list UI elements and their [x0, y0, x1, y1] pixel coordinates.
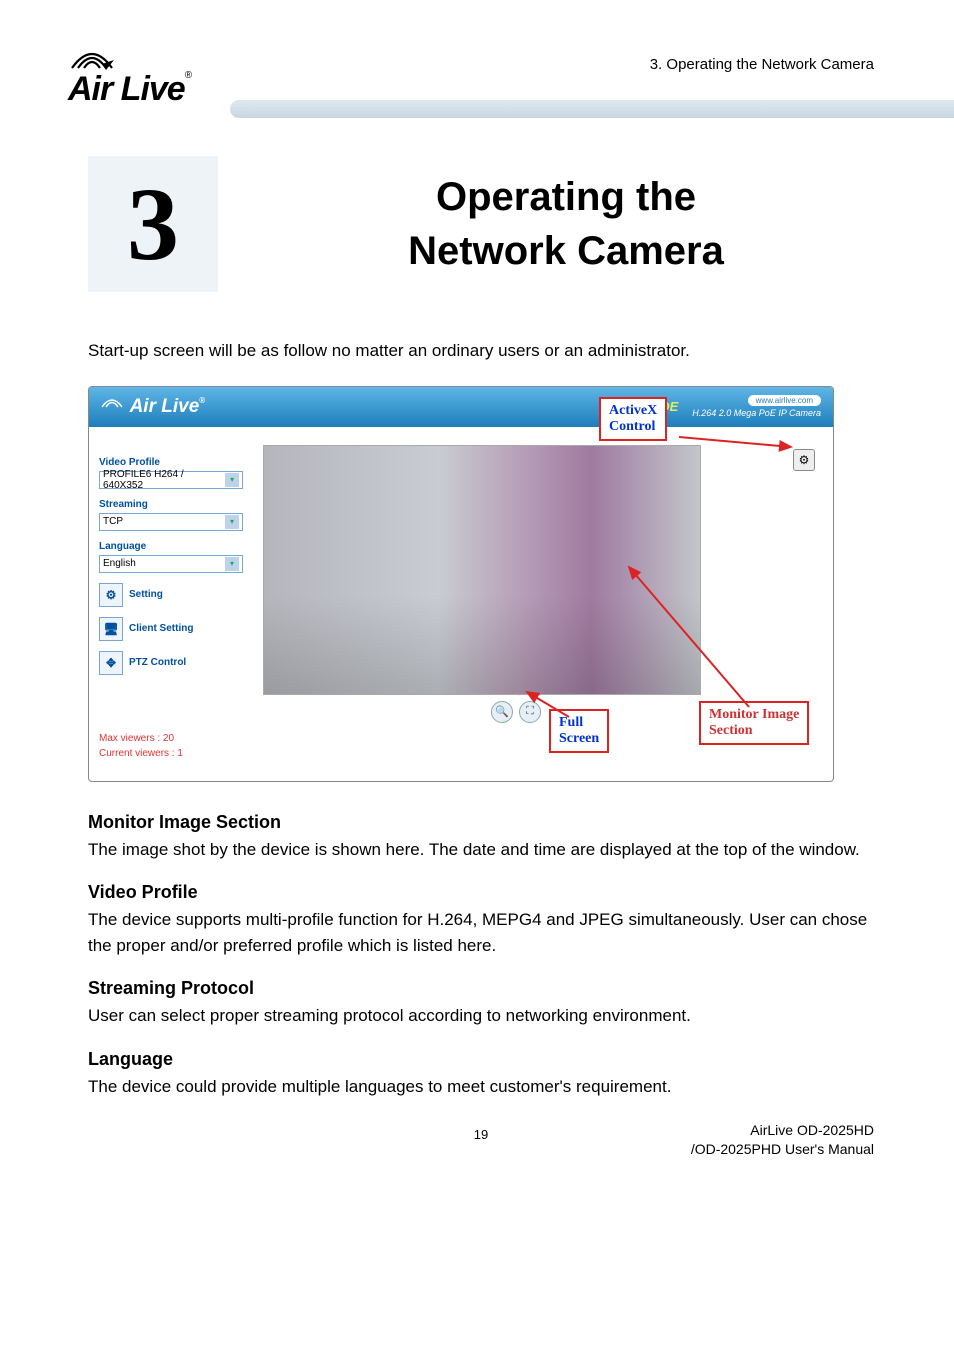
chevron-down-icon: ▾ — [225, 557, 239, 571]
arrow-fullscreen — [519, 687, 579, 727]
intro-paragraph: Start-up screen will be as follow no mat… — [88, 338, 874, 364]
setting-button-label: Setting — [129, 589, 163, 600]
startup-screenshot: Air Live® iPOE www.airlive.com H.264 2.0… — [88, 386, 834, 782]
logo-reg: ® — [185, 70, 191, 81]
logo-text: Air Live — [68, 70, 185, 108]
chapter-title: Operating the Network Camera — [258, 170, 874, 278]
footer-product: AirLive OD-2025HD/OD-2025PHD User's Manu… — [691, 1121, 874, 1160]
section-monitor-text: The image shot by the device is shown he… — [88, 837, 874, 863]
video-profile-select[interactable]: PROFILE6 H264 / 640X352 ▾ — [99, 471, 243, 489]
section-stream-text: User can select proper streaming protoco… — [88, 1003, 874, 1029]
section-profile-heading: Video Profile — [88, 882, 874, 903]
language-label: Language — [99, 541, 243, 552]
monitor-icon: 🖥 — [99, 617, 123, 641]
url-pill: www.airlive.com — [748, 395, 821, 406]
video-profile-label: Video Profile — [99, 457, 243, 468]
screenshot-brand: Air Live® — [101, 396, 205, 417]
ptz-icon: ✥ — [99, 651, 123, 675]
section-stream-heading: Streaming Protocol — [88, 978, 874, 999]
logo-arcs-icon — [70, 46, 114, 70]
gear-icon: ⚙ — [99, 583, 123, 607]
language-select[interactable]: English ▾ — [99, 555, 243, 573]
current-viewers: Current viewers : 1 — [99, 746, 243, 761]
streaming-select[interactable]: TCP ▾ — [99, 513, 243, 531]
magnify-icon[interactable]: 🔍 — [491, 701, 513, 723]
header-rule — [230, 100, 954, 118]
ptz-control-button[interactable]: ✥ PTZ Control — [99, 651, 243, 675]
client-setting-label: Client Setting — [129, 623, 193, 634]
chapter-header: 3 Operating the Network Camera — [88, 156, 874, 292]
arrow-activex — [679, 417, 799, 457]
section-profile-text: The device supports multi-profile functi… — [88, 907, 874, 958]
section-lang-text: The device could provide multiple langua… — [88, 1074, 874, 1100]
header-section-ref: 3. Operating the Network Camera — [650, 56, 874, 73]
streaming-value: TCP — [103, 516, 123, 527]
streaming-label: Streaming — [99, 499, 243, 510]
screenshot-sidebar: Video Profile PROFILE6 H264 / 640X352 ▾ … — [89, 427, 253, 781]
chapter-number-box: 3 — [88, 156, 218, 292]
chevron-down-icon: ▾ — [225, 515, 239, 529]
max-viewers: Max viewers : 20 — [99, 731, 243, 746]
language-value: English — [103, 558, 136, 569]
chevron-down-icon: ▾ — [225, 473, 239, 487]
brand-logo: Air Live® — [68, 46, 213, 109]
arrow-monitor — [619, 557, 779, 717]
video-profile-value: PROFILE6 H264 / 640X352 — [103, 469, 225, 491]
section-monitor-heading: Monitor Image Section — [88, 812, 874, 833]
client-setting-button[interactable]: 🖥 Client Setting — [99, 617, 243, 641]
setting-button[interactable]: ⚙ Setting — [99, 583, 243, 607]
section-lang-heading: Language — [88, 1049, 874, 1070]
callout-activex: ActiveXControl — [599, 397, 667, 441]
ptz-control-label: PTZ Control — [129, 657, 186, 668]
